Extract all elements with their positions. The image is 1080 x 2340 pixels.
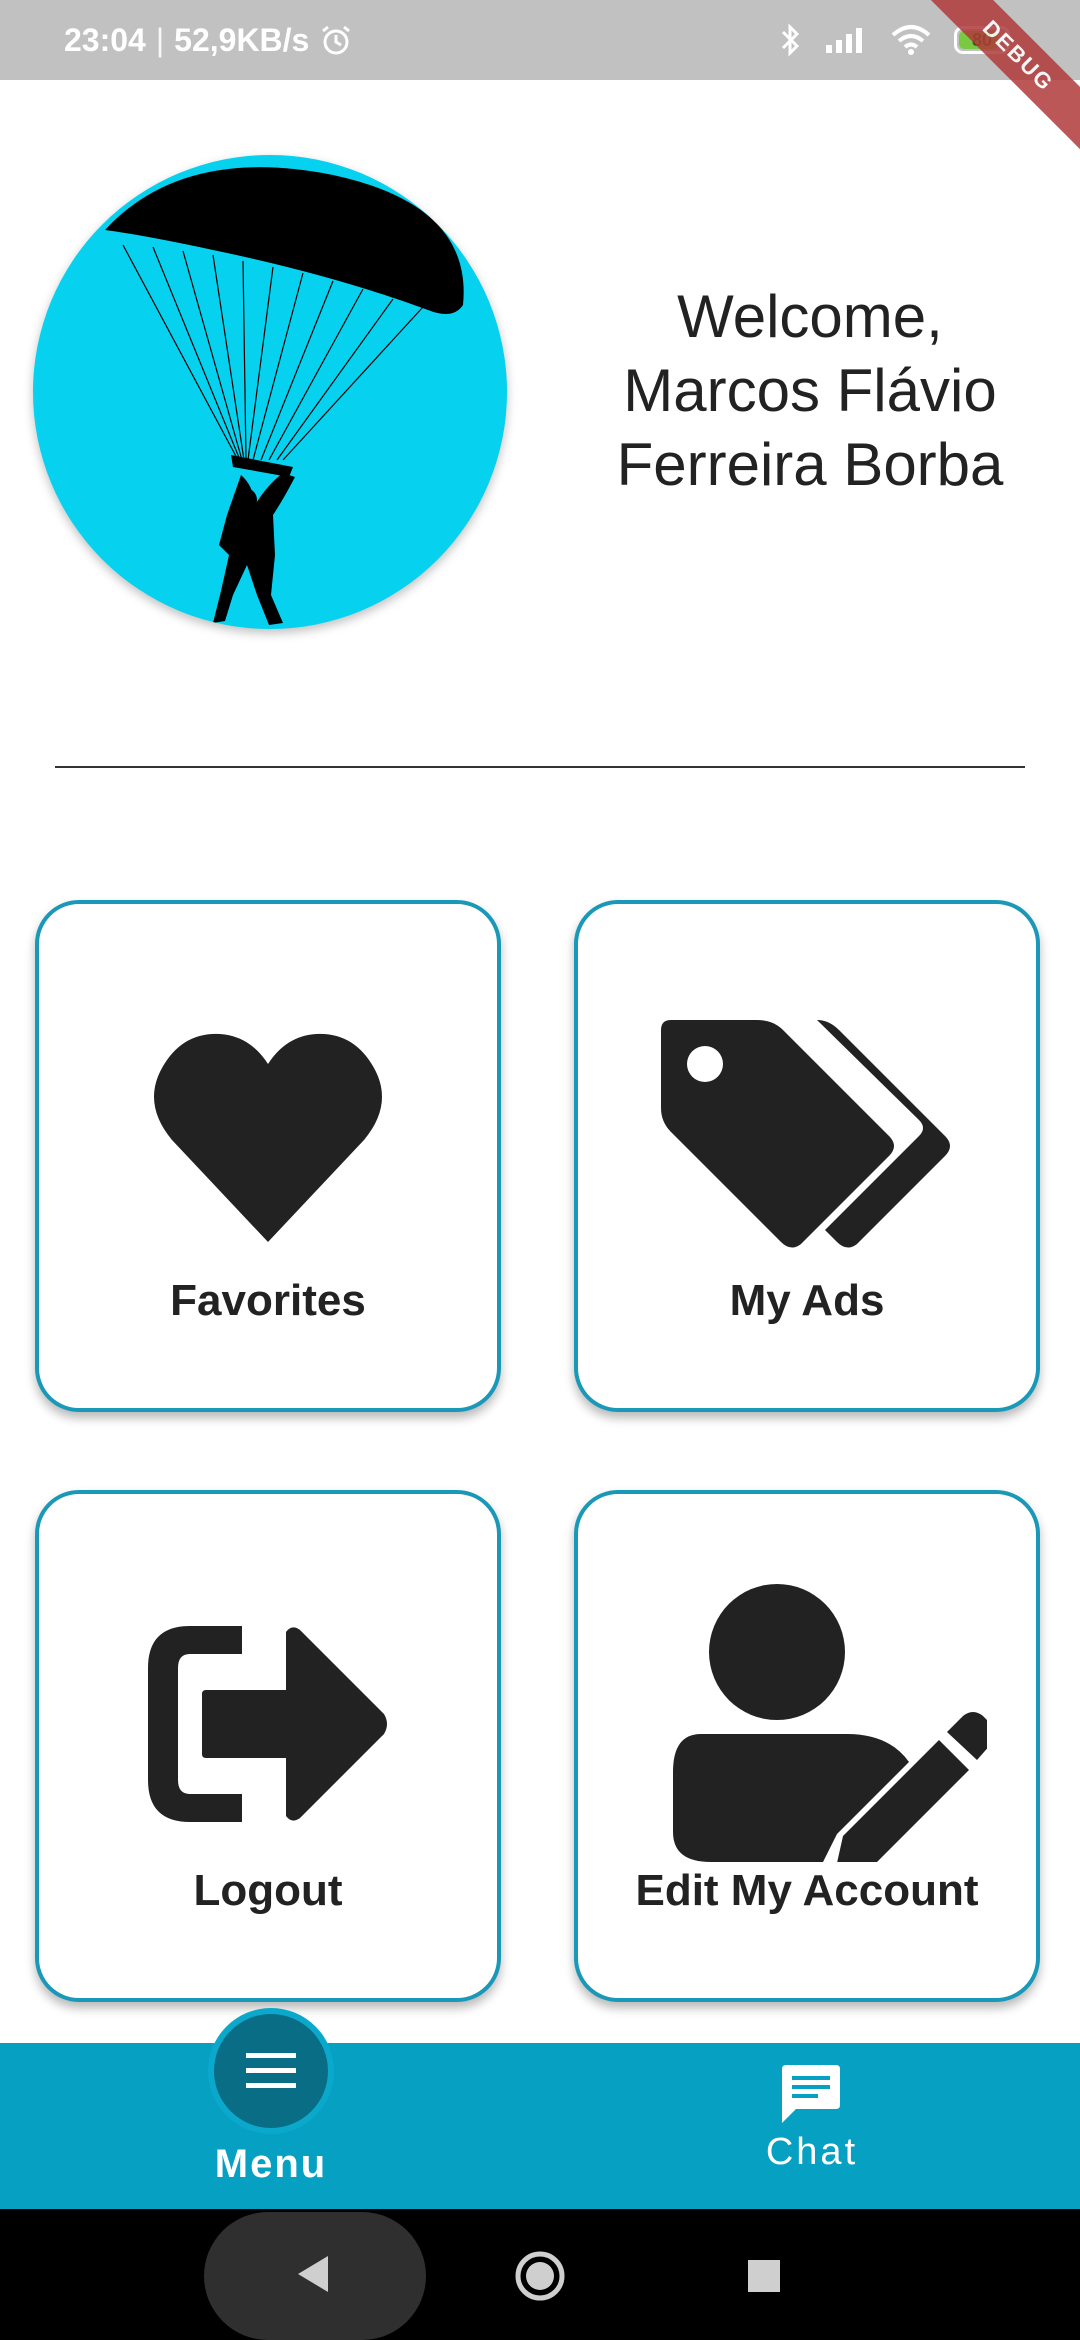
tags-icon xyxy=(578,1016,1036,1252)
bluetooth-icon xyxy=(781,23,800,57)
status-left: 23:04 | 52,9KB/s xyxy=(64,0,353,80)
bottom-navigation xyxy=(0,2043,1080,2209)
my-ads-label: My Ads xyxy=(729,1276,885,1325)
hamburger-icon xyxy=(246,2053,296,2088)
user-edit-icon xyxy=(578,1582,1036,1862)
welcome-greeting: Welcome, xyxy=(677,283,943,350)
user-name-line2: Ferreira Borba xyxy=(616,431,1004,498)
edit-account-label: Edit My Account xyxy=(635,1866,979,1915)
divider xyxy=(55,766,1025,768)
chat-icon[interactable] xyxy=(780,2063,842,2125)
signal-icon xyxy=(826,28,862,53)
user-name-line1: Marcos Flávio xyxy=(623,357,997,424)
status-bar: 23:04 | 52,9KB/s 80 DEBUG xyxy=(0,0,1080,150)
favorites-label: Favorites xyxy=(170,1276,366,1325)
status-net-speed: 52,9KB/s xyxy=(174,21,310,58)
home-icon[interactable] xyxy=(514,2250,566,2302)
heart-icon xyxy=(39,1032,497,1244)
status-separator: | xyxy=(155,21,165,58)
logout-label: Logout xyxy=(193,1866,343,1915)
parachutist-image xyxy=(105,167,464,625)
alarm-icon xyxy=(322,25,351,55)
logout-tile[interactable]: Logout xyxy=(35,1490,501,2002)
wifi-icon xyxy=(891,25,931,55)
back-icon[interactable] xyxy=(294,2254,334,2294)
favorites-tile[interactable]: Favorites xyxy=(35,900,501,1412)
menu-label[interactable]: Menu xyxy=(170,2142,372,2187)
profile-avatar[interactable] xyxy=(33,155,507,629)
recents-icon[interactable] xyxy=(746,2258,782,2294)
menu-button[interactable] xyxy=(208,2008,334,2134)
edit-account-tile[interactable]: Edit My Account xyxy=(574,1490,1040,2002)
chat-label[interactable]: Chat xyxy=(712,2131,912,2174)
my-ads-tile[interactable]: My Ads xyxy=(574,900,1040,1412)
welcome-text: Welcome, Marcos Flávio Ferreira Borba xyxy=(560,280,1060,502)
logout-icon xyxy=(39,1624,497,1824)
status-time: 23:04 xyxy=(64,21,146,58)
